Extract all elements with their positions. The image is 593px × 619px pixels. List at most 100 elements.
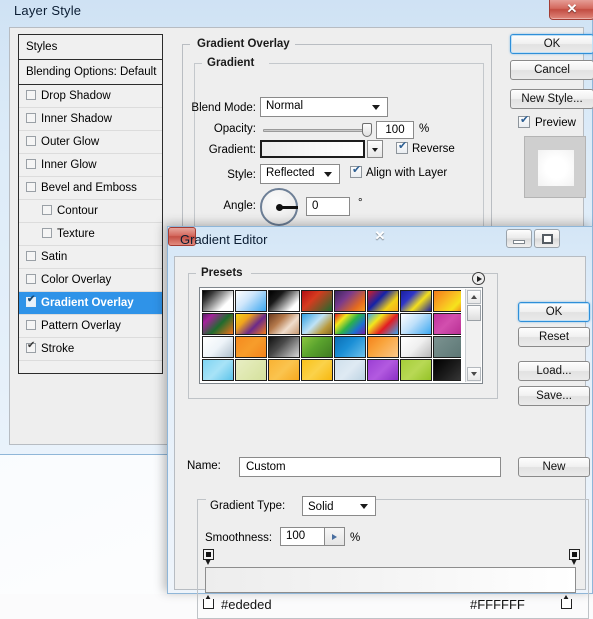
checkbox-reverse[interactable] [396, 139, 408, 154]
sidebar-item-contour[interactable]: Contour [19, 200, 162, 223]
preset-swatch[interactable] [367, 359, 399, 381]
ok-button[interactable]: OK [518, 302, 590, 322]
checkbox-contour[interactable] [42, 205, 52, 215]
checkbox-inner-glow[interactable] [26, 159, 36, 169]
checkbox-pattern-overlay[interactable] [26, 320, 36, 330]
sidebar-item-satin[interactable]: Satin [19, 246, 162, 269]
scrollbar-thumb[interactable] [467, 305, 481, 321]
name-input[interactable]: Custom [239, 457, 501, 477]
sidebar-item-inner-shadow[interactable]: Inner Shadow [19, 108, 162, 131]
preset-swatch[interactable] [235, 290, 267, 312]
cancel-button[interactable]: Cancel [510, 60, 593, 80]
preset-swatch[interactable] [301, 336, 333, 358]
sidebar-item-gradient-overlay[interactable]: Gradient Overlay [19, 292, 162, 315]
color-stop-left-hex: #ededed [221, 597, 272, 612]
sidebar-item-blending-options[interactable]: Blending Options: Default [19, 60, 162, 85]
checkbox-gradient-overlay[interactable] [26, 294, 36, 307]
preset-swatch[interactable] [301, 290, 333, 312]
preset-swatch[interactable] [202, 359, 234, 381]
preset-swatch[interactable] [334, 290, 366, 312]
close-icon[interactable]: ✕ [168, 227, 385, 246]
color-stop-left[interactable] [203, 595, 214, 609]
preset-swatch[interactable] [202, 313, 234, 335]
opacity-stop-right[interactable] [569, 549, 580, 566]
checkbox-stroke[interactable] [26, 340, 36, 353]
preset-swatch[interactable] [367, 313, 399, 335]
opacity-slider-track[interactable] [263, 129, 369, 132]
presets-grid[interactable] [202, 290, 461, 383]
checkbox-preview[interactable] [518, 113, 530, 128]
scroll-down-icon[interactable] [467, 367, 481, 381]
preset-swatch[interactable] [268, 359, 300, 381]
preset-swatch[interactable] [433, 290, 461, 312]
sidebar-item-label: Satin [41, 251, 68, 263]
presets-panel[interactable] [199, 287, 483, 384]
sidebar-item-outer-glow[interactable]: Outer Glow [19, 131, 162, 154]
checkbox-color-overlay[interactable] [26, 274, 36, 284]
close-icon[interactable]: ✕ [549, 0, 593, 20]
preset-swatch[interactable] [202, 336, 234, 358]
styles-list[interactable]: Styles Blending Options: Default Drop Sh… [18, 34, 163, 374]
preset-swatch[interactable] [367, 336, 399, 358]
gradient-editor-titlebar[interactable]: Gradient Editor ✕ [168, 227, 592, 255]
preset-menu-icon[interactable] [472, 272, 485, 285]
preset-swatch[interactable] [301, 359, 333, 381]
sidebar-item-stroke[interactable]: Stroke [19, 338, 162, 361]
angle-input[interactable]: 0 [306, 197, 350, 216]
checkbox-bevel-and-emboss[interactable] [26, 182, 36, 192]
checkbox-drop-shadow[interactable] [26, 90, 36, 100]
sidebar-item-inner-glow[interactable]: Inner Glow [19, 154, 162, 177]
preset-swatch[interactable] [367, 290, 399, 312]
reset-button[interactable]: Reset [518, 327, 590, 347]
opacity-input[interactable]: 100 [376, 121, 414, 139]
checkbox-outer-glow[interactable] [26, 136, 36, 146]
preset-swatch[interactable] [400, 313, 432, 335]
preset-swatch[interactable] [334, 336, 366, 358]
preset-swatch[interactable] [433, 313, 461, 335]
color-stop-right[interactable] [561, 595, 572, 609]
preset-swatch[interactable] [268, 313, 300, 335]
preset-swatch[interactable] [433, 336, 461, 358]
preset-swatch[interactable] [235, 336, 267, 358]
preset-swatch[interactable] [301, 313, 333, 335]
new-button[interactable]: New [518, 457, 590, 477]
preset-swatch[interactable] [235, 359, 267, 381]
new-style-button[interactable]: New Style... [510, 89, 593, 109]
opacity-slider-knob[interactable] [362, 123, 372, 137]
blend-mode-select[interactable]: Normal [260, 97, 388, 117]
gradient-bar[interactable] [205, 567, 576, 593]
checkbox-satin[interactable] [26, 251, 36, 261]
presets-scrollbar[interactable] [465, 289, 481, 382]
gradient-picker-dropdown[interactable] [367, 140, 383, 158]
preset-swatch[interactable] [334, 359, 366, 381]
layer-style-titlebar[interactable]: Layer Style ✕ [0, 0, 593, 26]
gradient-type-select[interactable]: Solid [302, 496, 376, 516]
sidebar-item-drop-shadow[interactable]: Drop Shadow [19, 85, 162, 108]
preset-swatch[interactable] [334, 313, 366, 335]
checkbox-align-with-layer[interactable] [350, 163, 362, 178]
preset-swatch[interactable] [235, 313, 267, 335]
preset-swatch[interactable] [202, 290, 234, 312]
checkbox-texture[interactable] [42, 228, 52, 238]
preset-swatch[interactable] [400, 336, 432, 358]
checkbox-inner-shadow[interactable] [26, 113, 36, 123]
angle-dial[interactable] [260, 188, 298, 226]
gradient-preview-swatch[interactable] [260, 140, 365, 158]
save-button[interactable]: Save... [518, 386, 590, 406]
sidebar-item-pattern-overlay[interactable]: Pattern Overlay [19, 315, 162, 338]
preset-swatch[interactable] [433, 359, 461, 381]
scroll-up-icon[interactable] [467, 290, 481, 304]
ok-button[interactable]: OK [510, 34, 593, 54]
load-button[interactable]: Load... [518, 361, 590, 381]
sidebar-item-bevel-and-emboss[interactable]: Bevel and Emboss [19, 177, 162, 200]
smoothness-spinner[interactable] [325, 527, 345, 546]
gradient-style-select[interactable]: Reflected [260, 164, 340, 184]
opacity-stop-left[interactable] [203, 549, 214, 566]
sidebar-item-texture[interactable]: Texture [19, 223, 162, 246]
preset-swatch[interactable] [400, 290, 432, 312]
preset-swatch[interactable] [268, 290, 300, 312]
sidebar-item-color-overlay[interactable]: Color Overlay [19, 269, 162, 292]
smoothness-input[interactable]: 100 [280, 527, 325, 546]
preset-swatch[interactable] [400, 359, 432, 381]
preset-swatch[interactable] [268, 336, 300, 358]
